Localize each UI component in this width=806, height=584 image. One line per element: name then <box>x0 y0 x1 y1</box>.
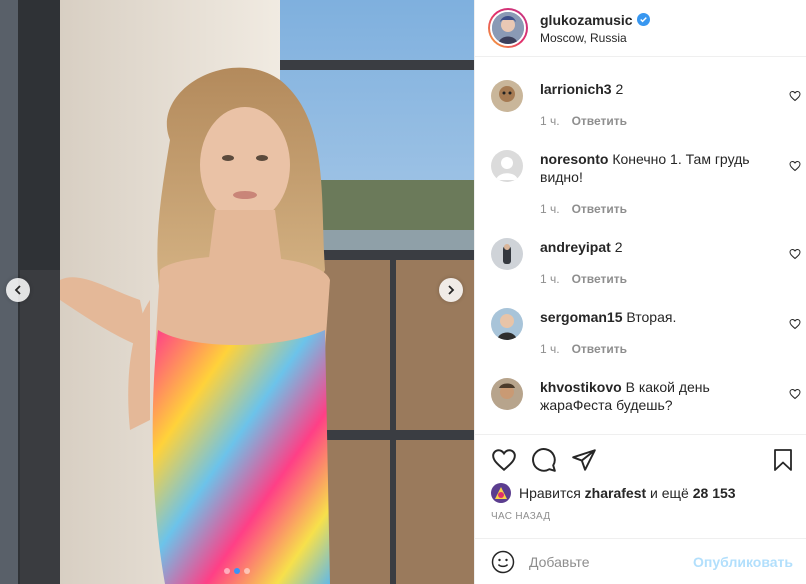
reply-button[interactable]: Ответить <box>572 272 627 286</box>
heart-icon[interactable] <box>789 318 801 330</box>
comment-avatar[interactable] <box>491 238 523 270</box>
publish-button[interactable]: Опубликовать <box>693 554 793 570</box>
avatar-image <box>492 12 524 44</box>
comment-time[interactable]: 1 ч. <box>540 202 560 216</box>
comment-text: 2 <box>615 81 624 97</box>
comment-username[interactable]: noresonto <box>540 151 608 167</box>
post-location[interactable]: Moscow, Russia <box>540 31 650 45</box>
comment-username[interactable]: khvostikovo <box>540 379 622 395</box>
carousel-prev-button[interactable] <box>6 278 30 302</box>
chevron-right-icon <box>448 285 455 295</box>
heart-icon[interactable] <box>491 447 517 473</box>
reply-button[interactable]: Ответить <box>572 114 627 128</box>
comment-time[interactable]: 1 ч. <box>540 272 560 286</box>
likes-user[interactable]: zharafest <box>585 485 646 501</box>
likes-count[interactable]: 28 153 <box>693 485 736 501</box>
post-header: glukozamusic Moscow, Russia <box>475 0 806 57</box>
heart-icon[interactable] <box>789 90 801 102</box>
bookmark-icon[interactable] <box>771 447 795 473</box>
reply-button[interactable]: Ответить <box>572 202 627 216</box>
comment-avatar[interactable] <box>491 308 523 340</box>
comment-username[interactable]: larrionich3 <box>540 81 612 97</box>
reply-button[interactable]: Ответить <box>572 342 627 356</box>
carousel-dot <box>224 568 230 574</box>
comment-time[interactable]: 1 ч. <box>540 114 560 128</box>
post-timestamp[interactable]: ЧАС НАЗАД <box>491 511 550 522</box>
carousel-indicator <box>0 568 474 574</box>
comment-text: 2 <box>614 239 623 255</box>
emoji-icon[interactable] <box>491 550 515 574</box>
post-author-username[interactable]: glukozamusic <box>540 12 633 28</box>
comment-avatar[interactable] <box>491 378 523 410</box>
post-photo <box>0 0 474 584</box>
comment-username[interactable]: andreyipat <box>540 239 611 255</box>
post-modal: glukozamusic Moscow, Russia larrionich3 … <box>0 0 806 584</box>
post-side-panel: glukozamusic Moscow, Russia larrionich3 … <box>474 0 806 584</box>
comment-text: Вторая. <box>626 309 677 325</box>
comment-username[interactable]: sergoman15 <box>540 309 622 325</box>
heart-icon[interactable] <box>789 160 801 172</box>
likes-prefix: Нравится <box>519 485 581 501</box>
carousel-dot-active <box>234 568 240 574</box>
comment-input[interactable] <box>529 553 689 570</box>
carousel-next-button[interactable] <box>439 278 463 302</box>
comment-icon[interactable] <box>531 447 557 473</box>
likes-suffix: и ещё <box>650 485 689 501</box>
share-icon[interactable] <box>571 447 597 473</box>
chevron-left-icon <box>14 285 21 295</box>
photo-image <box>0 0 474 584</box>
heart-icon[interactable] <box>789 388 801 400</box>
comment-avatar[interactable] <box>491 80 523 112</box>
liker-avatar[interactable] <box>491 483 511 503</box>
avatar[interactable] <box>488 8 528 48</box>
comment-time[interactable]: 1 ч. <box>540 342 560 356</box>
heart-icon[interactable] <box>789 248 801 260</box>
add-comment-bar: Опубликовать <box>475 538 806 584</box>
verified-icon <box>636 13 650 26</box>
likes-summary: Нравится zharafest и ещё 28 153 <box>491 483 736 503</box>
carousel-dot <box>244 568 250 574</box>
comments-list: larrionich3 2 1 ч. Ответить noresonto Кон… <box>475 58 806 434</box>
comment-avatar[interactable] <box>491 150 523 182</box>
post-actions <box>475 434 806 484</box>
